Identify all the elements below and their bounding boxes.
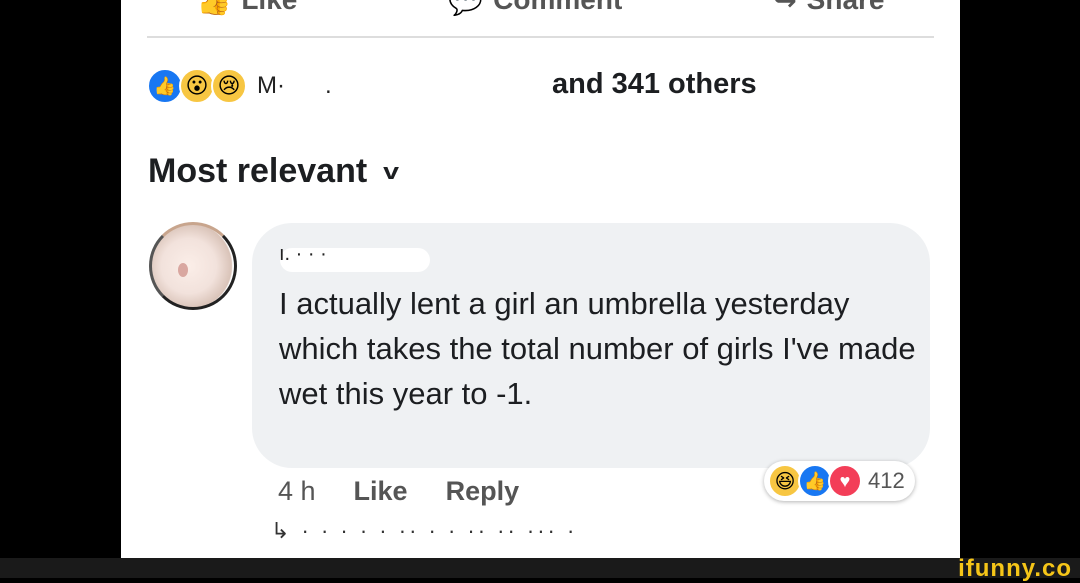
share-icon: ↪: [773, 0, 797, 16]
reaction-count: 412: [868, 468, 905, 493]
reactor-name-redacted: .: [324, 72, 332, 99]
sad-icon: 😢: [211, 68, 247, 104]
love-icon: ♥: [828, 464, 862, 498]
comment-bubble: ı. · · · I actually lent a girl an umbre…: [252, 223, 930, 468]
like-action[interactable]: 👍 Like: [196, 0, 297, 17]
like-button[interactable]: Like: [354, 476, 408, 507]
wow-icon: 😮: [179, 68, 215, 104]
reactions-summary[interactable]: 👍 😮 😢 M· .: [147, 66, 332, 106]
view-replies-link[interactable]: ↳ · · · · · ·· · · ·· ·· ··· ·: [271, 518, 577, 544]
comment-reactions-badge[interactable]: 😆 👍 ♥ 412: [764, 461, 915, 501]
comment-action[interactable]: 💬 Comment: [448, 0, 622, 17]
post-actions: 👍 Like 💬 Comment ↪ Share: [121, 0, 960, 17]
like-outline-icon: 👍: [196, 0, 232, 16]
watermark-logo: ifunny.co: [958, 555, 1072, 582]
comment-text: I actually lent a girl an umbrella yeste…: [279, 286, 916, 411]
like-action-label: Like: [241, 0, 297, 16]
avatar[interactable]: [149, 222, 237, 310]
comment-icon: 💬: [448, 0, 484, 16]
author-name[interactable]: ı. · · ·: [279, 243, 327, 266]
like-icon: 👍: [147, 68, 183, 104]
reaction-others-count[interactable]: and 341 others: [552, 68, 757, 101]
like-icon: 👍: [798, 464, 832, 498]
haha-icon: 😆: [768, 464, 802, 498]
reactor-name: M·: [257, 72, 285, 99]
comment-meta: 4 h Like Reply: [278, 476, 519, 507]
chevron-down-icon: v: [383, 158, 400, 184]
divider: [147, 36, 934, 38]
sort-label: Most relevant: [148, 152, 368, 190]
share-action-label: Share: [807, 0, 885, 16]
share-action[interactable]: ↪ Share: [773, 0, 884, 17]
sort-dropdown[interactable]: Most relevant v: [148, 152, 400, 191]
comment-action-label: Comment: [493, 0, 622, 16]
reply-button[interactable]: Reply: [446, 476, 520, 507]
comments-panel: 👍 Like 💬 Comment ↪ Share 👍 😮 😢 M· . and 341…: [121, 0, 960, 558]
footer-bar: [0, 558, 1080, 578]
comment-timestamp[interactable]: 4 h: [278, 476, 316, 507]
